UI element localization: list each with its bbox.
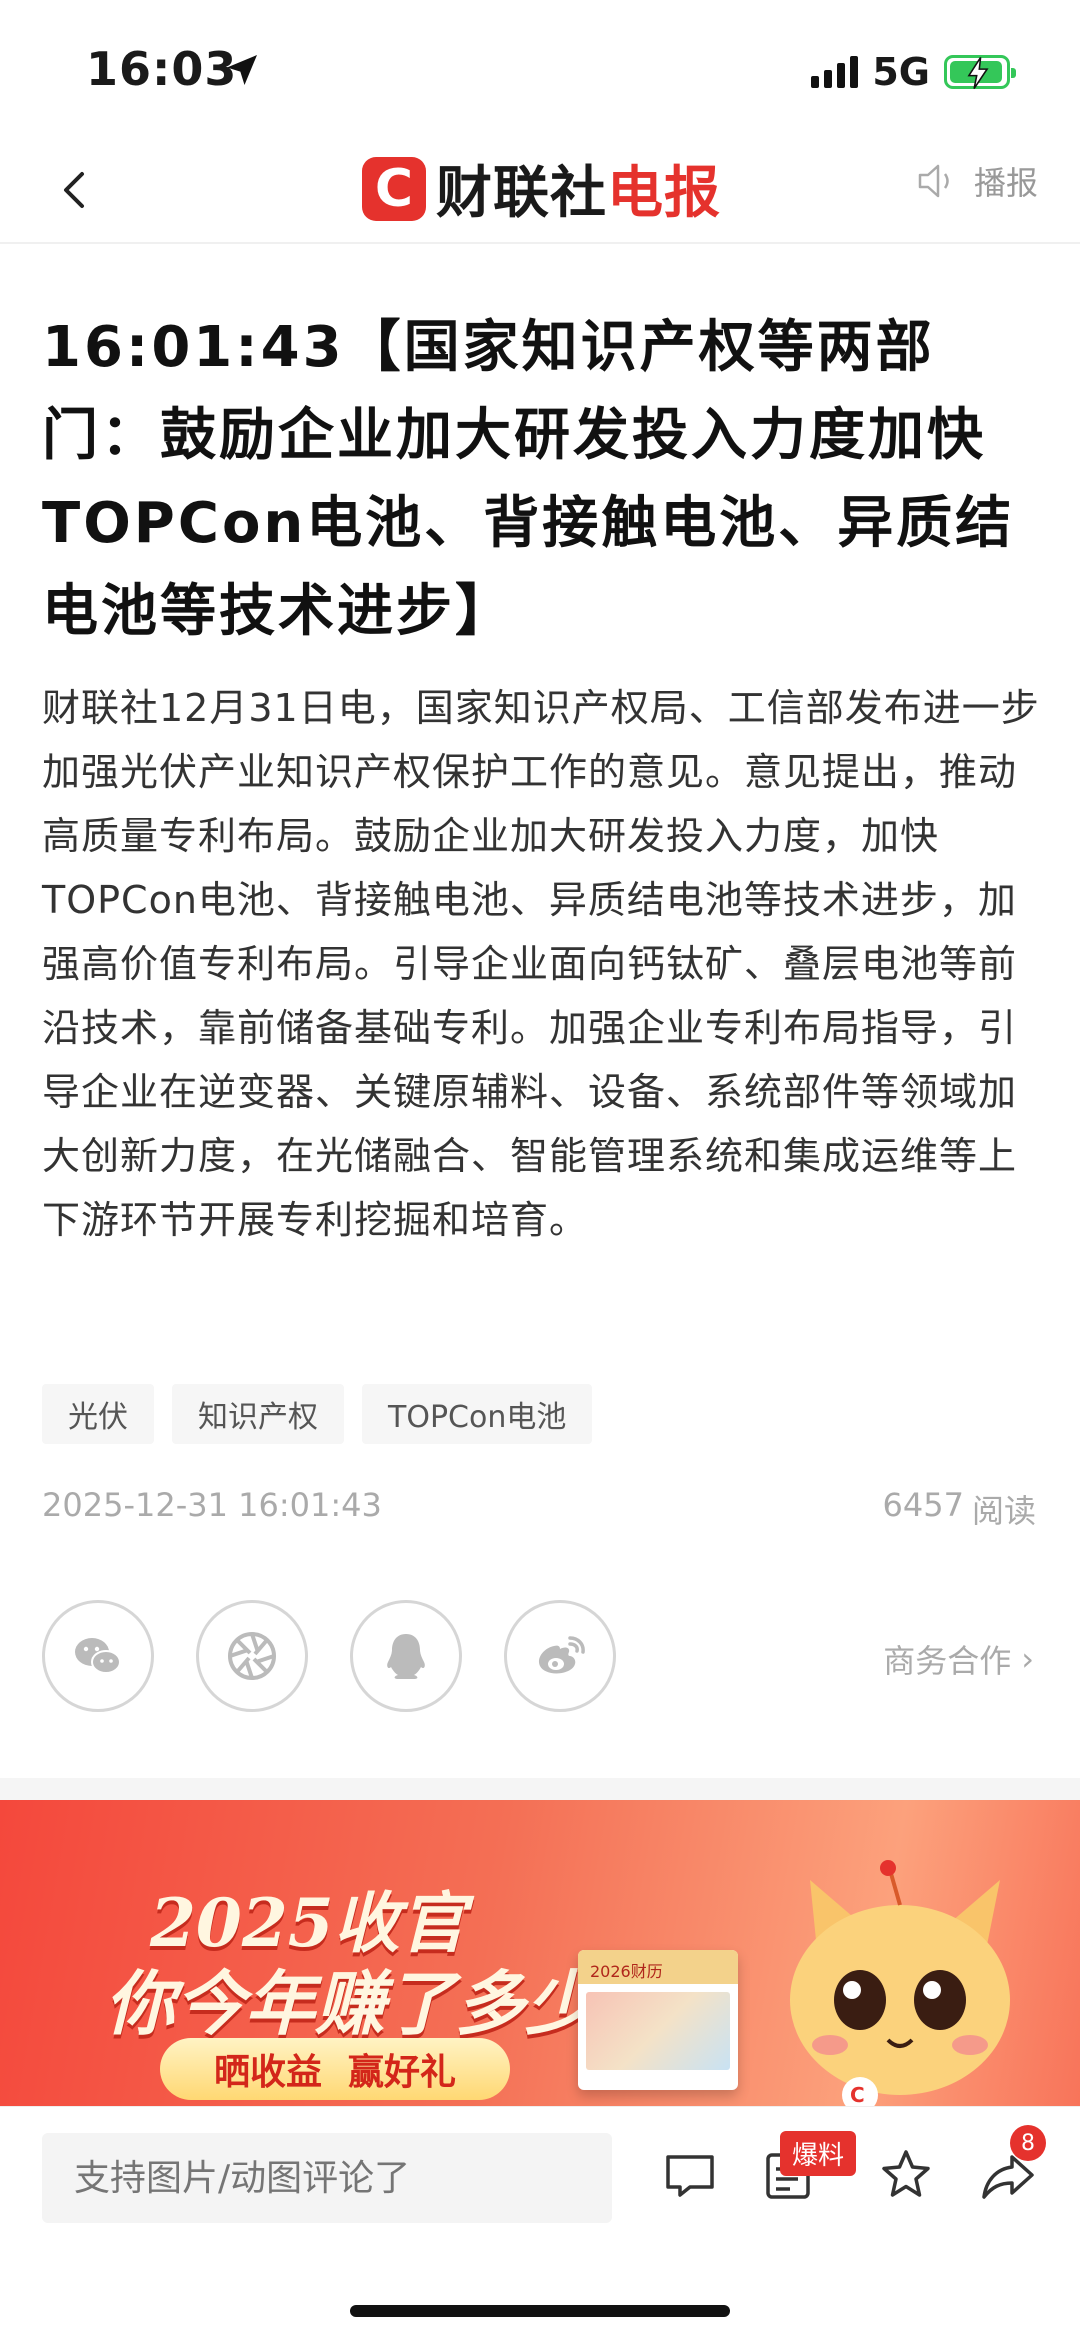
logo-badge: C [362, 156, 426, 221]
logo-text: 财联社电报 [436, 148, 721, 229]
location-arrow-icon [227, 55, 257, 85]
share-row [42, 1600, 616, 1712]
read-count-value: 6457 [882, 1486, 964, 1524]
share-qq-button[interactable] [350, 1600, 462, 1712]
tag-list: 光伏 知识产权 TOPCon电池 [42, 1384, 593, 1444]
home-indicator [350, 2305, 730, 2317]
status-time: 16:03 [86, 42, 238, 96]
bottom-action-bar: 爆料 8 [0, 2106, 1080, 2337]
battery-icon [944, 55, 1016, 90]
comment-input[interactable] [42, 2133, 612, 2223]
calendar-image: 2026财历 [578, 1950, 738, 2090]
mascot-badge-mark: C [850, 2083, 865, 2106]
read-count-label: 阅读 [971, 1492, 1036, 1530]
banner-cta-button[interactable]: 晒收益 赢好礼 [160, 2038, 510, 2100]
banner-cta-left: 晒收益 [213, 2052, 322, 2093]
business-label: 商务合作 [883, 1642, 1012, 1680]
read-count: 6457 阅读 [883, 1486, 1036, 1532]
weibo-icon [538, 1636, 585, 1674]
nav-bar: C 财联社电报 播报 [0, 140, 1080, 244]
tag-item[interactable]: 光伏 [42, 1384, 154, 1444]
tag-item[interactable]: 知识产权 [172, 1384, 344, 1444]
share-count-badge: 8 [1010, 2125, 1046, 2161]
article-headline: 16:01:43【国家知识产权等两部门：鼓励企业加大研发投入力度加快TOPCon… [42, 315, 1015, 644]
app-logo: C 财联社电报 [362, 148, 721, 229]
mascot-cat-icon [790, 1860, 1010, 2106]
share-wechat-button[interactable] [42, 1600, 154, 1712]
signal-icon [811, 56, 859, 88]
qq-icon [387, 1634, 425, 1679]
share-weibo-button[interactable] [504, 1600, 616, 1712]
publish-date: 2025-12-31 16:01:43 [42, 1486, 382, 1524]
article-body: 财联社12月31日电，国家知识产权局、工信部发布进一步加强光伏产业知识产权保护工… [42, 686, 1040, 1242]
chevron-right-icon: › [1021, 1640, 1034, 1678]
logo-brand: 财联社 [436, 161, 607, 226]
share-moments-button[interactable] [196, 1600, 308, 1712]
back-arrow-icon[interactable] [50, 160, 100, 220]
banner-cta-right: 赢好礼 [348, 2052, 457, 2093]
broadcast-button[interactable]: 播报 [916, 158, 1038, 204]
star-icon[interactable] [876, 2145, 936, 2205]
section-divider [0, 1778, 1080, 1800]
moments-icon [228, 1632, 276, 1680]
banner-subtitle: 你今年赚了多少 [105, 1962, 595, 2045]
baoliao-badge: 爆料 [780, 2131, 857, 2176]
logo-product: 电报 [607, 161, 721, 226]
status-bar: 16:03 5G [0, 0, 1080, 140]
speaker-icon [918, 164, 949, 198]
business-cooperation-link[interactable]: 商务合作 › [883, 1636, 1034, 1682]
broadcast-label: 播报 [973, 164, 1038, 202]
wechat-icon [75, 1638, 121, 1674]
promo-banner[interactable]: 2025收官 你今年赚了多少 晒收益 赢好礼 2026财历 C [0, 1800, 1080, 2106]
calendar-label: 2026财历 [578, 1950, 738, 1984]
comment-icon[interactable] [660, 2145, 720, 2205]
tag-item[interactable]: TOPCon电池 [362, 1384, 593, 1444]
network-type: 5G [872, 50, 930, 94]
